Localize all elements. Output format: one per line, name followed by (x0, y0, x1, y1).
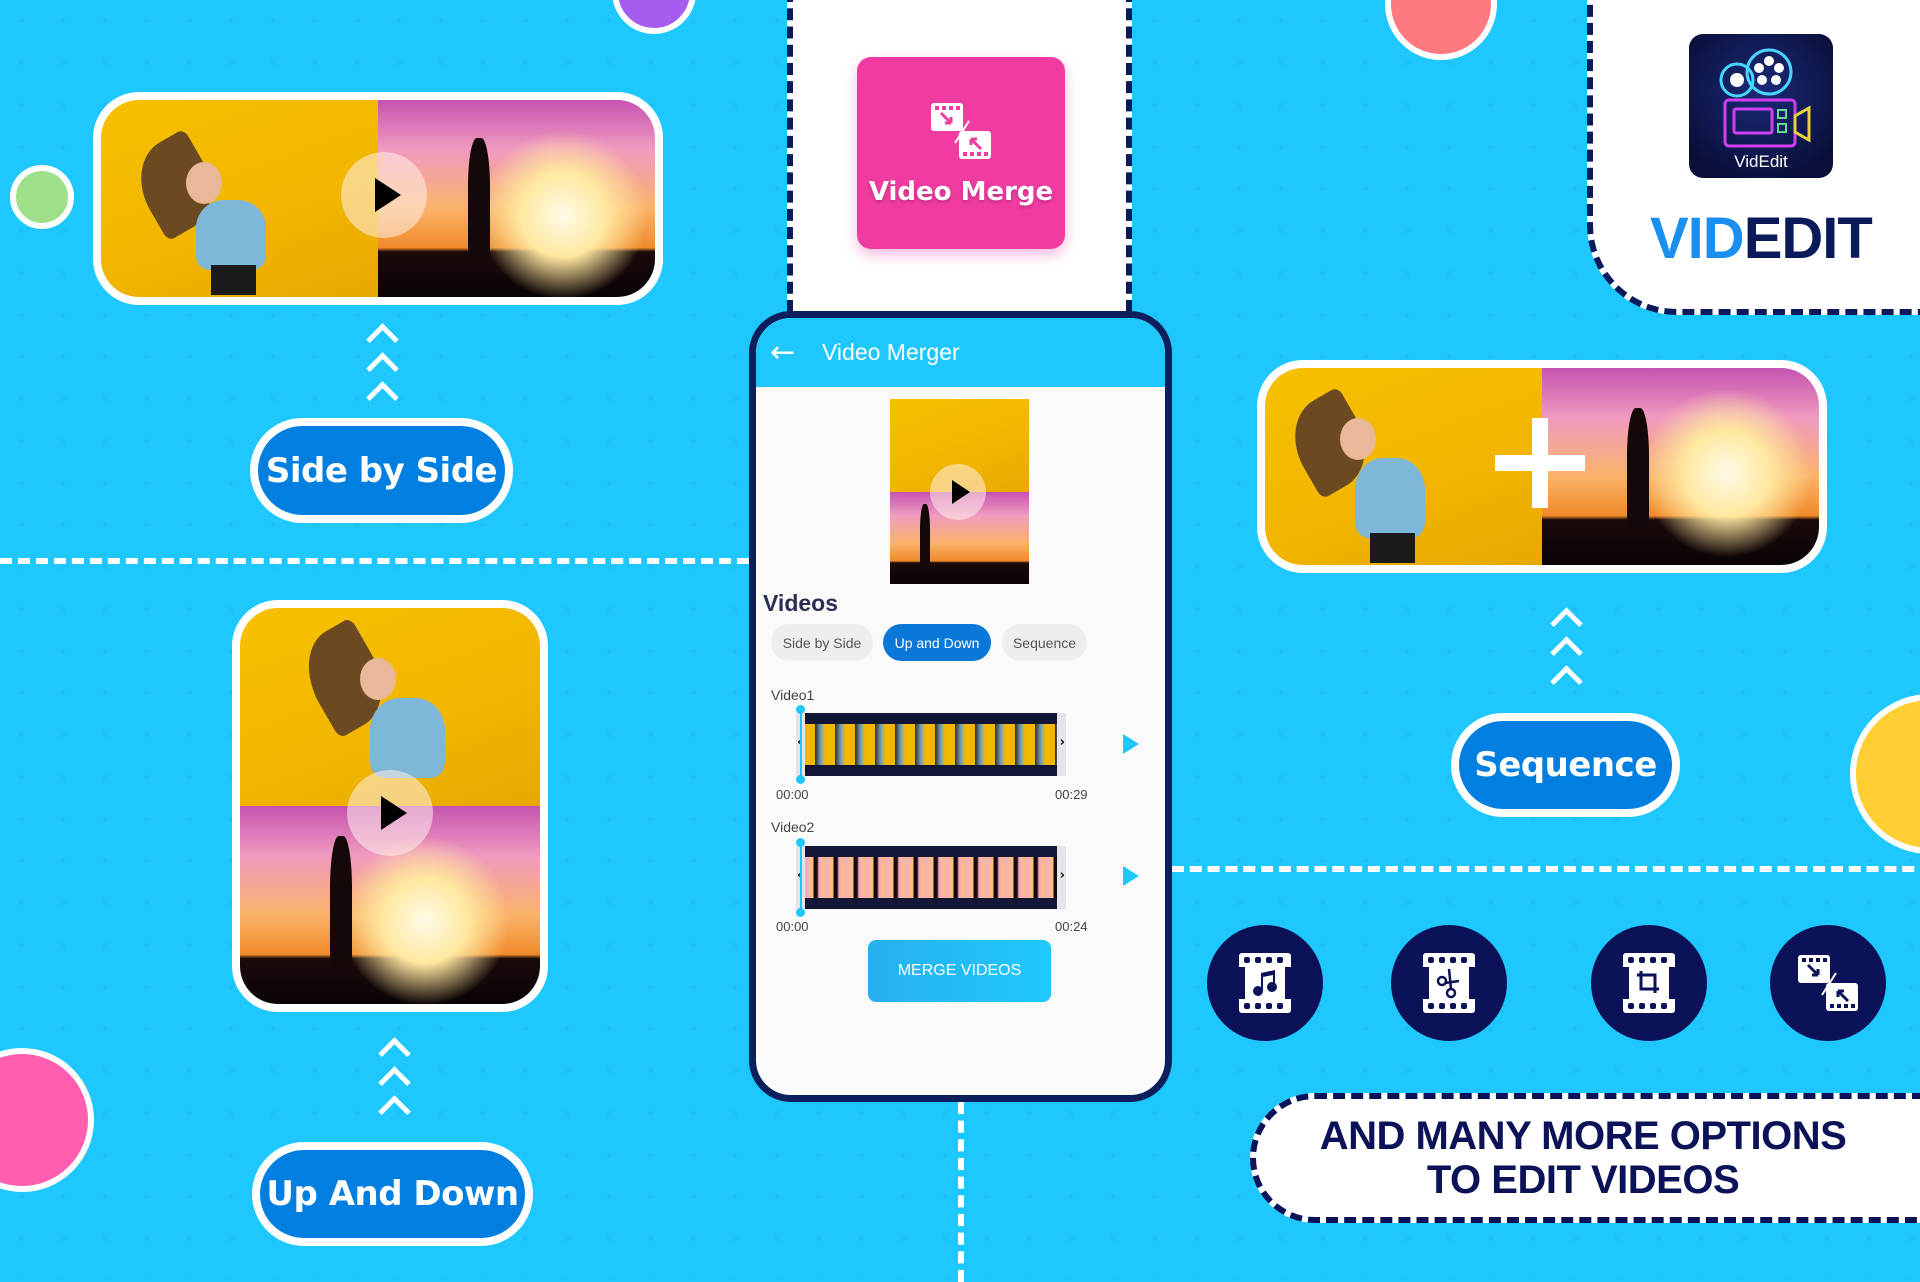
video2-play-icon[interactable] (1123, 866, 1139, 886)
arrow-up-icon (365, 322, 399, 414)
video1-start-time: 00:00 (776, 787, 809, 802)
sequence-preview[interactable] (1257, 360, 1827, 573)
divider-right (1172, 866, 1920, 872)
film-camera-icon (1719, 48, 1811, 148)
video-merge-label: Video Merge (868, 177, 1054, 207)
brand-name: VIDEDIT (1650, 206, 1873, 271)
video2-frames (805, 857, 1057, 898)
play-icon[interactable] (341, 152, 427, 238)
video-merge-icon (931, 103, 991, 159)
phone-mockup: ← Video Merger Videos Side by Side Up an… (749, 311, 1172, 1102)
video-merge-icon (1798, 955, 1858, 1011)
screen-title: Video Merger (822, 339, 960, 365)
up-and-down-preview[interactable] (232, 600, 548, 1012)
photo-dancing-woman (101, 100, 378, 297)
video2-end-time: 00:24 (1055, 919, 1088, 934)
film-music-icon (1239, 953, 1291, 1013)
mode-tab-side-by-side[interactable]: Side by Side (771, 624, 873, 661)
chevron-right-icon[interactable]: › (1060, 868, 1065, 883)
arrow-up-icon (1549, 606, 1583, 698)
play-icon[interactable] (930, 464, 986, 520)
merged-video-preview[interactable] (890, 399, 1029, 584)
mode-tab-sequence[interactable]: Sequence (1002, 624, 1087, 661)
trim-handle[interactable] (800, 842, 802, 913)
video1-play-icon[interactable] (1123, 734, 1139, 754)
app-bar: ← Video Merger (756, 318, 1165, 387)
tool-crop[interactable] (1591, 925, 1707, 1041)
divider-bottom (958, 1102, 964, 1282)
trim-handle[interactable] (800, 709, 802, 780)
video1-end-time: 00:29 (1055, 787, 1088, 802)
video1-frames (805, 724, 1057, 765)
video-merge-tile[interactable]: Video Merge (857, 57, 1065, 249)
decor-circle-green (10, 165, 74, 229)
video1-timeline[interactable]: ‹ › (796, 705, 1066, 784)
up-and-down-label[interactable]: Up And Down (252, 1142, 533, 1246)
film-crop-icon (1623, 953, 1675, 1013)
tagline-line1: AND MANY MORE OPTIONS (1319, 1114, 1847, 1158)
divider-left (0, 558, 749, 564)
videos-heading: Videos (763, 590, 838, 616)
logo-caption: VidEdit (1734, 152, 1788, 171)
chevron-right-icon[interactable]: › (1060, 735, 1065, 750)
film-cut-icon (1423, 953, 1475, 1013)
play-icon[interactable] (347, 770, 433, 856)
tool-add-music[interactable] (1207, 925, 1323, 1041)
tagline-banner: AND MANY MORE OPTIONS TO EDIT VIDEOS (1250, 1093, 1920, 1223)
tagline-line2: TO EDIT VIDEOS (1426, 1158, 1740, 1202)
tool-merge[interactable] (1770, 925, 1886, 1041)
side-by-side-preview[interactable] (93, 92, 663, 305)
mode-tab-up-and-down[interactable]: Up and Down (883, 624, 991, 661)
side-by-side-label[interactable]: Side by Side (250, 418, 513, 523)
plus-icon (1495, 418, 1585, 508)
tool-trim[interactable] (1391, 925, 1507, 1041)
arrow-left-icon[interactable]: ← (770, 335, 814, 370)
video2-timeline[interactable]: ‹ › (796, 838, 1066, 917)
video2-label: Video2 (771, 819, 815, 835)
sequence-label[interactable]: Sequence (1451, 713, 1680, 817)
arrow-up-icon (377, 1036, 411, 1128)
video1-label: Video1 (771, 687, 815, 703)
app-logo: VidEdit (1689, 34, 1833, 178)
video2-start-time: 00:00 (776, 919, 809, 934)
merge-videos-button[interactable]: MERGE VIDEOS (868, 940, 1051, 1002)
